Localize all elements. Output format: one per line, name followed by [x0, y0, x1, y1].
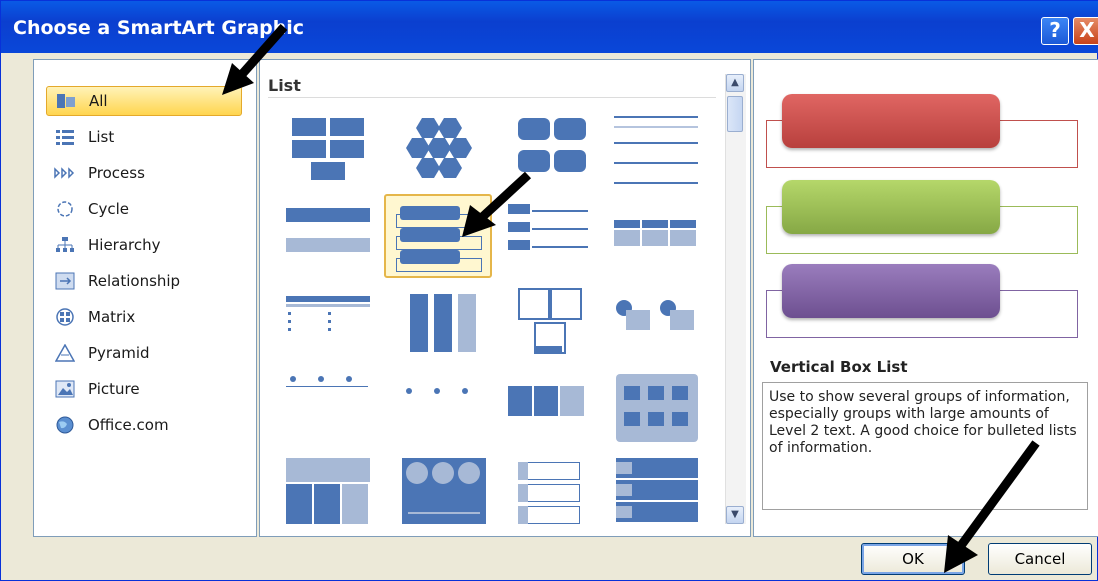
close-button[interactable]: X — [1073, 17, 1098, 45]
layout-circle-accent-list[interactable] — [612, 282, 708, 368]
preview-box-3 — [782, 264, 1000, 318]
category-label: Hierarchy — [88, 236, 161, 254]
layout-stacked-bar-list[interactable] — [612, 454, 708, 540]
category-label: Picture — [88, 380, 140, 398]
gallery-scrollbar[interactable]: ▲ ▼ — [725, 74, 746, 524]
category-label: Relationship — [88, 272, 181, 290]
all-icon — [55, 92, 77, 110]
layout-basic-block-list[interactable] — [282, 110, 378, 196]
preview-pane: Vertical Box List Use to show several gr… — [753, 59, 1098, 537]
layout-gallery: List ▲ ▼ — [259, 59, 751, 537]
help-button[interactable]: ? — [1041, 17, 1069, 45]
relationship-icon — [54, 272, 76, 290]
title-bar: Choose a SmartArt Graphic ? X — [1, 1, 1098, 53]
layout-tab-list[interactable] — [282, 454, 378, 540]
layout-horizontal-bullet-list[interactable] — [282, 196, 378, 282]
category-matrix[interactable]: Matrix — [46, 302, 242, 332]
category-label: Process — [88, 164, 145, 182]
globe-icon — [54, 416, 76, 434]
layout-circle-picture-list[interactable] — [398, 454, 494, 540]
preview-box-1 — [782, 94, 1000, 148]
layout-table-list[interactable] — [282, 282, 378, 368]
category-cycle[interactable]: Cycle — [46, 194, 242, 224]
annotation-arrow-all — [222, 24, 288, 95]
scroll-down-button[interactable]: ▼ — [726, 506, 744, 524]
layout-grouped-list[interactable] — [612, 196, 708, 282]
layout-vertical-bullet-list[interactable] — [612, 110, 708, 196]
category-all[interactable]: All — [46, 86, 242, 116]
annotation-arrow-layout — [462, 171, 532, 237]
dialog-body: All List Process Cycle Hierarchy Relatio… — [9, 59, 1098, 539]
smartart-dialog: Choose a SmartArt Graphic ? X All List P… — [0, 0, 1098, 581]
annotation-arrow-ok — [944, 440, 1040, 573]
layout-pin-list[interactable] — [398, 368, 494, 454]
preview-box-2 — [782, 180, 1000, 234]
category-relationship[interactable]: Relationship — [46, 266, 242, 296]
category-list-item[interactable]: List — [46, 122, 242, 152]
category-hierarchy[interactable]: Hierarchy — [46, 230, 242, 260]
category-pyramid[interactable]: Pyramid — [46, 338, 242, 368]
scroll-up-button[interactable]: ▲ — [726, 74, 744, 92]
layout-picture-list[interactable] — [514, 282, 610, 368]
layout-vertical-bracket-list[interactable] — [398, 282, 494, 368]
pyramid-icon — [54, 344, 76, 362]
category-list: All List Process Cycle Hierarchy Relatio… — [33, 59, 257, 537]
category-label: Cycle — [88, 200, 129, 218]
category-office-com[interactable]: Office.com — [46, 410, 242, 440]
layout-horizontal-block-list[interactable] — [504, 368, 600, 454]
category-label: Matrix — [88, 308, 136, 326]
layout-accented-box-list[interactable] — [514, 454, 610, 540]
category-label: All — [89, 92, 108, 110]
gallery-header-divider — [268, 97, 716, 98]
layout-stacked-box-list[interactable] — [612, 368, 708, 454]
matrix-icon — [54, 308, 76, 326]
layout-dot-line-list[interactable] — [282, 368, 378, 454]
category-process[interactable]: Process — [46, 158, 242, 188]
category-picture[interactable]: Picture — [46, 374, 242, 404]
category-label: Office.com — [88, 416, 169, 434]
list-icon — [54, 128, 76, 146]
preview-title: Vertical Box List — [770, 358, 908, 376]
hierarchy-icon — [54, 236, 76, 254]
process-icon — [54, 164, 76, 182]
category-label: Pyramid — [88, 344, 150, 362]
category-label: List — [88, 128, 115, 146]
picture-icon — [54, 380, 76, 398]
scroll-thumb[interactable] — [727, 96, 743, 132]
cycle-icon — [54, 200, 76, 218]
